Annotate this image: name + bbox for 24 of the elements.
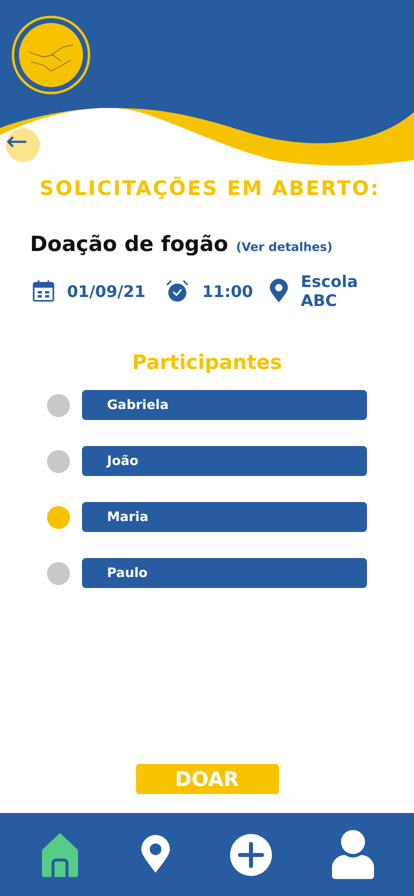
nav-button[interactable] (40, 832, 80, 878)
home-icon (40, 832, 80, 878)
participant-name[interactable]: Paulo (82, 558, 367, 588)
nav-button[interactable] (140, 835, 171, 874)
participants-title: Participantes (131, 350, 283, 374)
add-icon (230, 834, 272, 876)
selection-dot[interactable] (47, 394, 70, 416)
participant-name[interactable]: Gabriela (82, 390, 367, 420)
participant-name[interactable]: Maria (82, 502, 367, 532)
selection-dot[interactable] (47, 506, 70, 528)
back-button[interactable]: ← (6, 128, 40, 162)
request-title: Doação de fogão (30, 232, 228, 256)
selection-dot[interactable] (47, 450, 70, 472)
location-pin-icon (140, 835, 171, 874)
nav-button[interactable] (332, 830, 374, 880)
place-text: Escola ABC (300, 272, 359, 310)
date-text: 01/09/21 (66, 282, 146, 300)
details-link[interactable]: (Ver detalhes) (236, 240, 333, 254)
page-title: SOLICITAÇÕES EM ABERTO: (38, 176, 381, 200)
time-text: 11:00 (202, 282, 253, 300)
nav-button[interactable] (230, 834, 272, 876)
selection-dot[interactable] (47, 562, 70, 584)
user-icon (332, 830, 374, 880)
participant-name[interactable]: João (82, 446, 367, 476)
